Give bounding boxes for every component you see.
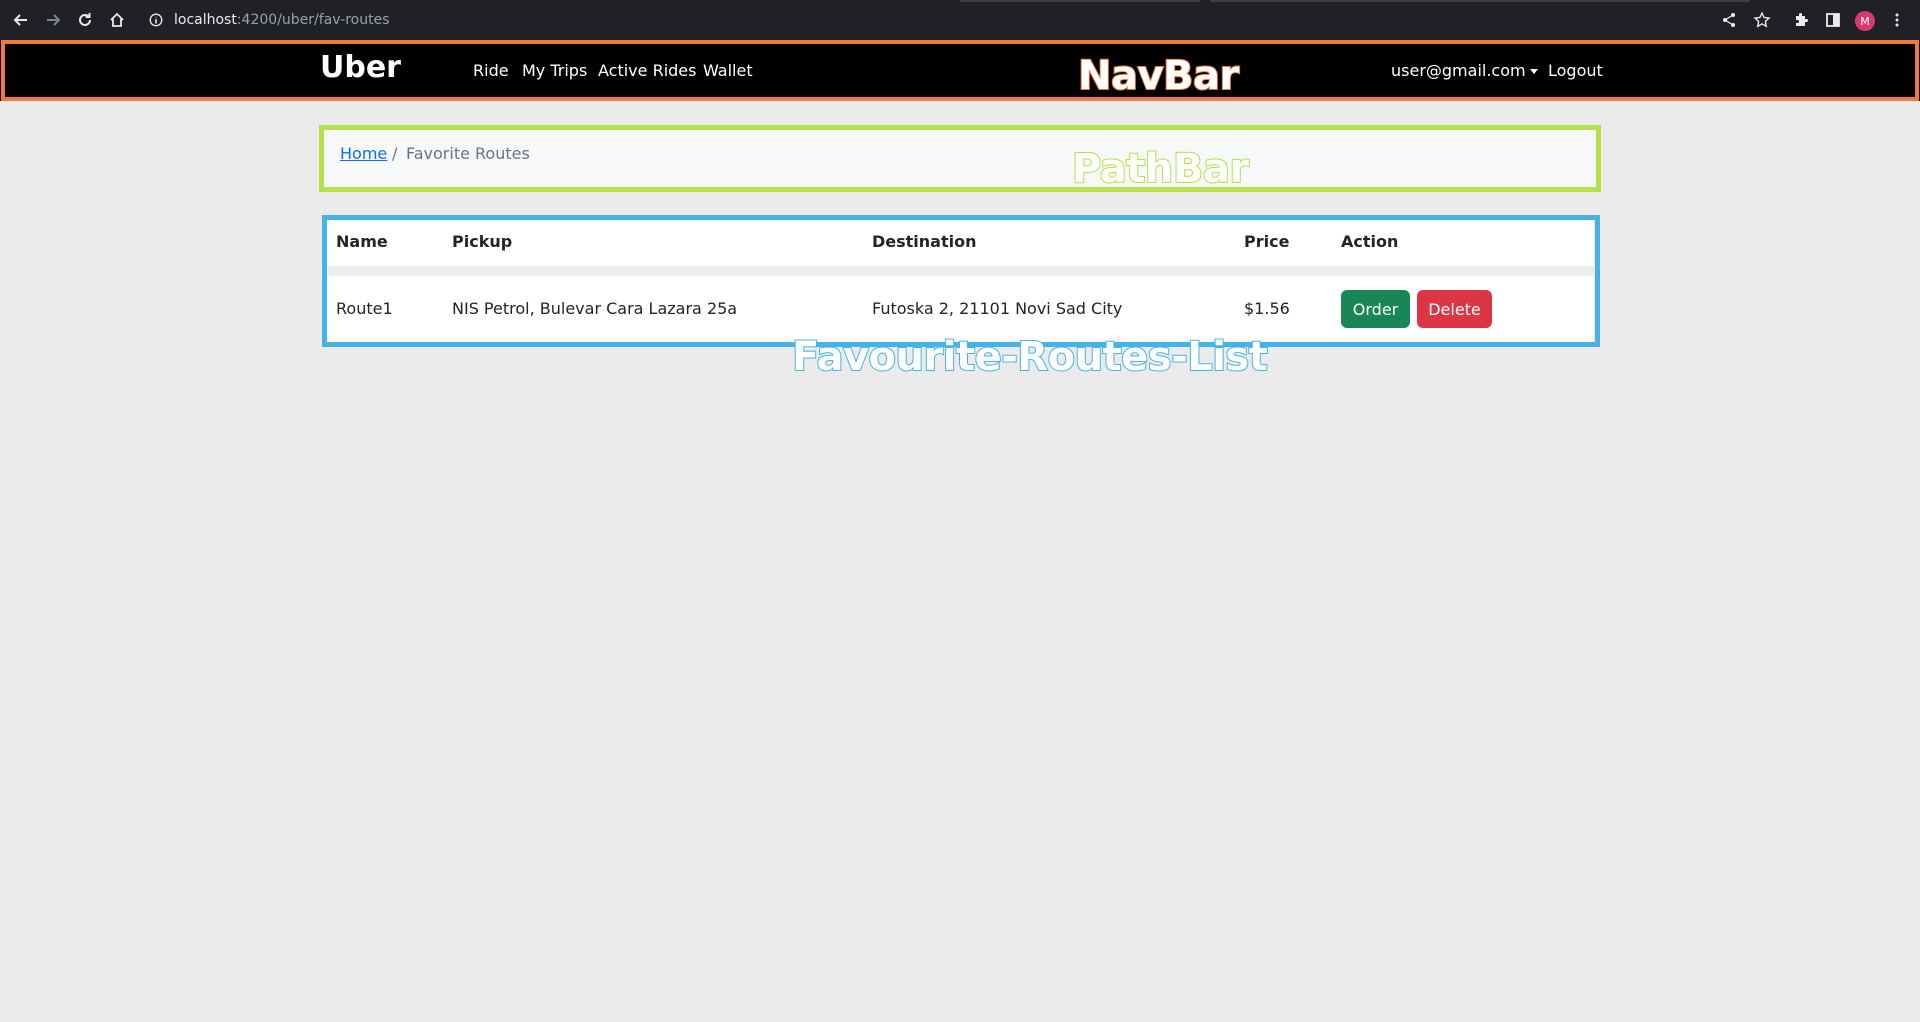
share-icon[interactable] (1720, 11, 1738, 29)
breadcrumb-home-link[interactable]: Home (340, 144, 387, 163)
url-host: localhost (174, 12, 237, 28)
column-header-pickup: Pickup (452, 232, 513, 251)
navbar-annotation-label: NavBar (1077, 52, 1240, 100)
profile-avatar[interactable]: M (1855, 11, 1875, 31)
profile-initial: M (1860, 14, 1870, 28)
tab-strip-edge (960, 0, 1200, 2)
nav-link-active-rides[interactable]: Active Rides (598, 61, 696, 80)
tab-strip-edge (1210, 0, 1750, 2)
reload-icon[interactable] (76, 11, 94, 29)
address-bar[interactable]: localhost:4200/uber/fav-routes (174, 11, 390, 29)
home-icon[interactable] (108, 11, 126, 29)
menu-kebab-icon[interactable] (1888, 11, 1906, 29)
logout-link[interactable]: Logout (1548, 61, 1603, 80)
bookmark-star-icon[interactable] (1753, 11, 1771, 29)
browser-toolbar: localhost:4200/uber/fav-routes M (0, 0, 1920, 40)
order-button[interactable]: Order (1341, 290, 1410, 328)
brand-logo[interactable]: Uber (320, 50, 401, 85)
extensions-icon[interactable] (1792, 11, 1810, 29)
routes-list-annotation-label: Favourite-Routes-List (791, 333, 1269, 381)
back-icon[interactable] (12, 11, 30, 29)
destination-cell: Futoska 2, 21101 Novi Sad City (872, 299, 1123, 318)
price-cell: $1.56 (1244, 299, 1290, 318)
navbar: Uber Ride My Trips Active Rides Wallet u… (0, 40, 1920, 101)
caret-down-icon (1529, 69, 1538, 74)
route-name-cell: Route1 (336, 299, 393, 318)
nav-link-ride[interactable]: Ride (473, 61, 509, 80)
user-email: user@gmail.com (1391, 61, 1526, 80)
column-header-action: Action (1341, 232, 1399, 251)
user-dropdown[interactable]: user@gmail.com (1391, 61, 1538, 80)
breadcrumb-separator: / (392, 144, 398, 163)
breadcrumb-current: Favorite Routes (406, 144, 530, 163)
pickup-cell: NIS Petrol, Bulevar Cara Lazara 25a (452, 299, 738, 318)
breadcrumb: Home / Favorite Routes (324, 129, 1596, 187)
site-info-icon[interactable] (148, 11, 164, 29)
header-divider (327, 266, 1594, 276)
side-panel-icon[interactable] (1824, 11, 1842, 29)
delete-button[interactable]: Delete (1417, 290, 1492, 328)
nav-link-wallet[interactable]: Wallet (703, 61, 753, 80)
pathbar-annotation-label: PathBar (1071, 145, 1250, 193)
url-path: :4200/uber/fav-routes (236, 12, 390, 28)
nav-link-my-trips[interactable]: My Trips (522, 61, 587, 80)
column-header-name: Name (336, 232, 388, 251)
forward-icon[interactable] (44, 11, 62, 29)
column-header-destination: Destination (872, 232, 977, 251)
favorite-routes-table: Name Pickup Destination Price Action Rou… (327, 220, 1594, 342)
column-header-price: Price (1244, 232, 1290, 251)
